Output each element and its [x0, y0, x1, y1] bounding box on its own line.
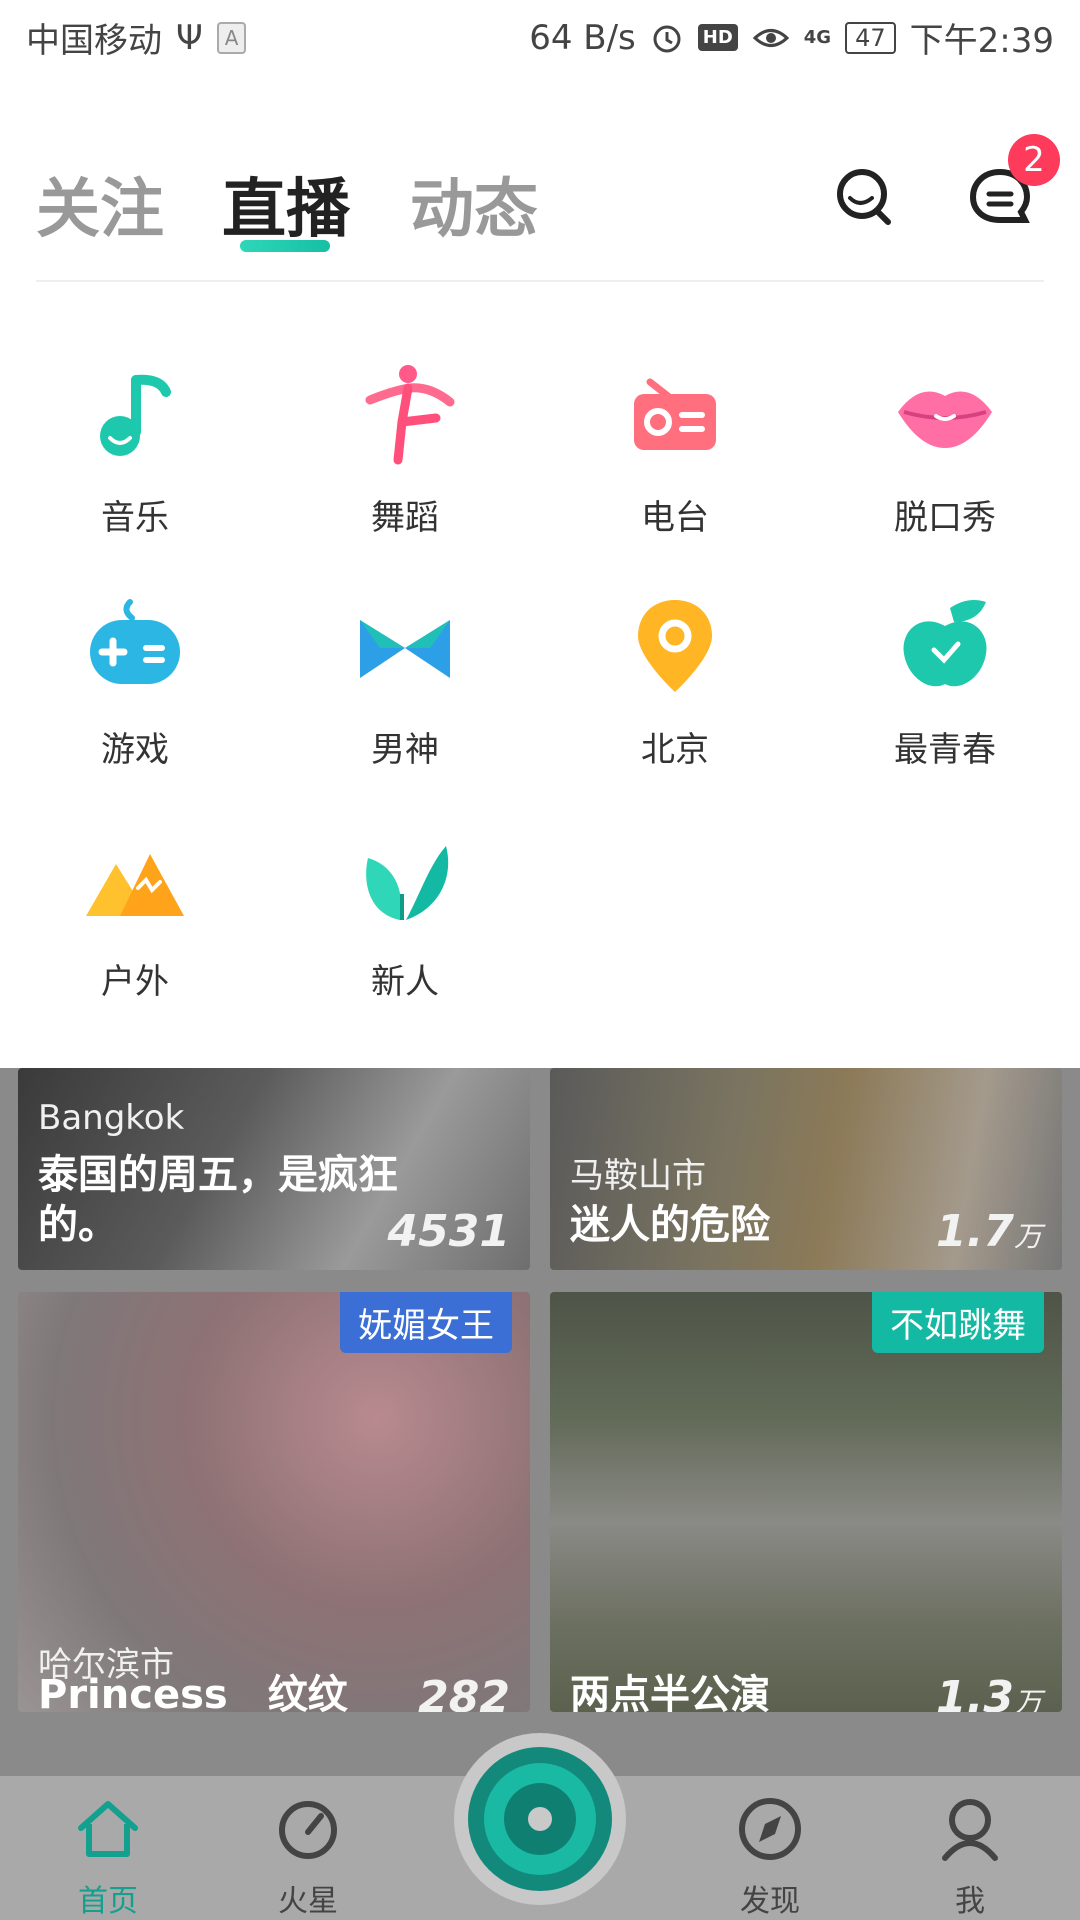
live-card[interactable]: 妩媚女王 哈尔滨市 Princess__纹纹 282	[18, 1292, 530, 1712]
nav-label: 发现	[740, 1884, 800, 1919]
category-dance[interactable]: 舞蹈	[270, 360, 540, 570]
card-location: 马鞍山市	[570, 1156, 706, 1196]
leaf-icon	[366, 846, 449, 920]
viewer-count: 4531	[387, 1206, 510, 1257]
nav-home[interactable]: 首页	[48, 1794, 168, 1920]
live-card[interactable]: 马鞍山市 迷人的危险 1.7万	[550, 1068, 1062, 1270]
signal-icon: 4G	[803, 27, 832, 48]
nav-me[interactable]: 我	[910, 1794, 1030, 1920]
cover-photo	[550, 1292, 1062, 1712]
dancer-icon	[365, 365, 455, 465]
category-games[interactable]: 游戏	[0, 592, 270, 802]
compass-icon	[739, 1798, 801, 1860]
category-label: 新人	[371, 962, 439, 1002]
viewer-count: 1.7万	[936, 1206, 1042, 1257]
nav-label: 首页	[78, 1884, 138, 1919]
card-tag: 不如跳舞	[872, 1292, 1044, 1353]
nav-label: 火星	[278, 1884, 338, 1919]
location-pin-icon	[638, 600, 712, 692]
input-method-icon: A	[216, 21, 247, 54]
network-speed: 64 B/s	[529, 17, 636, 58]
lips-icon	[898, 391, 992, 448]
mountain-icon	[86, 854, 184, 916]
user-icon	[942, 1799, 998, 1861]
category-music[interactable]: 音乐	[0, 360, 270, 570]
live-card[interactable]: 不如跳舞 两点半公演 1.3万	[550, 1292, 1062, 1712]
gamepad-icon	[90, 599, 180, 684]
carrier-label: 中国移动	[26, 21, 162, 61]
category-label: 男神	[371, 730, 439, 770]
category-label: 最青春	[894, 730, 996, 770]
eye-icon	[752, 28, 789, 47]
alarm-icon	[653, 25, 681, 52]
tab-live[interactable]: 直播	[222, 158, 350, 250]
card-location: Bangkok	[38, 1098, 185, 1138]
category-label: 音乐	[101, 498, 169, 538]
category-label: 脱口秀	[894, 498, 996, 538]
go-live-button[interactable]	[454, 1733, 626, 1905]
category-label: 户外	[101, 962, 169, 1002]
card-title: 泰国的周五，是疯狂的。	[38, 1152, 398, 1248]
search-icon[interactable]	[830, 162, 900, 232]
category-heartthrob[interactable]: 男神	[270, 592, 540, 802]
nav-discover[interactable]: 发现	[710, 1794, 830, 1920]
category-label: 游戏	[101, 730, 169, 770]
bowtie-icon	[360, 620, 450, 678]
live-card[interactable]: Bangkok 泰国的周五，是疯狂的。 4531	[18, 1068, 530, 1270]
card-title: 两点半公演	[570, 1672, 770, 1712]
card-tag: 妩媚女王	[340, 1292, 512, 1353]
battery-icon: 47	[845, 21, 896, 54]
category-label: 电台	[641, 498, 709, 538]
clock: 下午2:39	[909, 21, 1054, 61]
category-youth[interactable]: 最青春	[810, 592, 1080, 802]
apple-icon	[903, 600, 987, 687]
tab-follow[interactable]: 关注	[36, 158, 164, 250]
viewer-count: 1.3万	[936, 1672, 1042, 1712]
category-label: 舞蹈	[371, 498, 439, 538]
radio-icon	[634, 378, 716, 450]
message-badge: 2	[1008, 134, 1060, 186]
nav-mars[interactable]: 火星	[248, 1794, 368, 1920]
status-bar: 中国移动 Ψ A 64 B/s HD 4G 47 下午2:39	[0, 0, 1080, 75]
top-header: 关注 直播 动态	[0, 140, 1080, 280]
category-beijing[interactable]: 北京	[540, 592, 810, 802]
nav-label: 我	[955, 1884, 985, 1919]
category-label: 北京	[641, 730, 709, 770]
hd-icon: HD	[697, 24, 738, 51]
music-note-icon	[100, 374, 171, 456]
viewer-count: 282	[418, 1672, 510, 1712]
header-divider	[36, 280, 1044, 282]
category-talkshow[interactable]: 脱口秀	[810, 360, 1080, 570]
live-page: 中国移动 Ψ A 64 B/s HD 4G 47 下午2:39 关注 直播 动态…	[0, 0, 1080, 1920]
card-title: 迷人的危险	[570, 1202, 770, 1248]
category-newcomer[interactable]: 新人	[270, 824, 540, 1034]
usb-icon: Ψ	[176, 17, 203, 58]
gauge-icon	[279, 1801, 337, 1859]
tab-moments[interactable]: 动态	[410, 158, 538, 250]
active-tab-indicator	[240, 240, 330, 252]
home-icon	[78, 1801, 138, 1857]
card-title: Princess__纹纹	[38, 1672, 348, 1712]
camera-lens-icon	[468, 1747, 612, 1891]
category-radio[interactable]: 电台	[540, 360, 810, 570]
category-outdoor[interactable]: 户外	[0, 824, 270, 1034]
